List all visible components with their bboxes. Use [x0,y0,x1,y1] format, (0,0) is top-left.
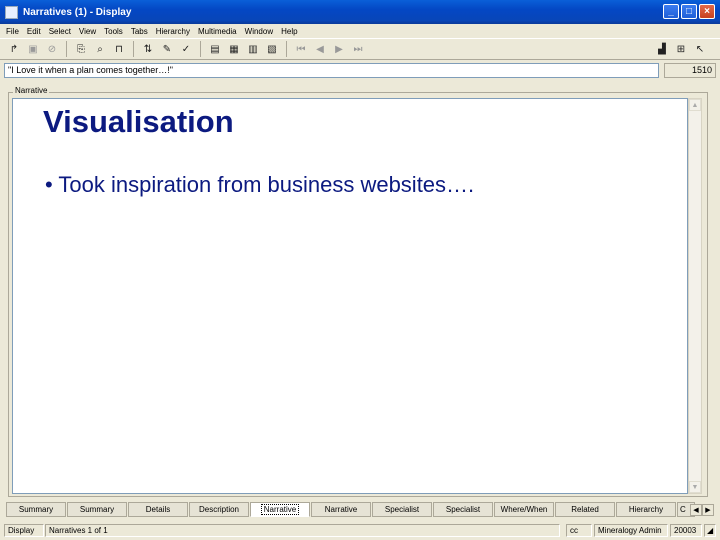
menu-file[interactable]: File [6,27,19,36]
filter-icon[interactable]: ⊓ [111,41,127,57]
tab-specialist-2[interactable]: Specialist [433,502,493,517]
status-flag: cc [566,524,592,537]
record-bar: "I Love it when a plan comes together…!"… [4,62,716,78]
window-title: Narratives (1) - Display [23,6,132,18]
tab-narrative-2[interactable]: Narrative [311,502,371,517]
app-icon[interactable] [5,5,18,19]
first-icon[interactable]: ⏮ [293,41,309,57]
table-icon[interactable]: ▦ [226,41,242,57]
menu-select[interactable]: Select [49,27,71,36]
tab-scroll-left-icon[interactable]: ◀ [690,504,702,516]
tab-related[interactable]: Related [555,502,615,517]
sort-icon[interactable]: ⇅ [140,41,156,57]
status-mode: Display [4,524,44,537]
new-icon[interactable]: ↱ [6,41,22,57]
view-icon[interactable]: ▧ [264,41,280,57]
tab-scroll-right-icon[interactable]: ▶ [702,504,714,516]
tab-summary-2[interactable]: Summary [67,502,127,517]
menu-view[interactable]: View [79,27,96,36]
narrative-group-label: Narrative [13,86,50,95]
menu-edit[interactable]: Edit [27,27,41,36]
edit-icon[interactable]: ✎ [159,41,175,57]
tag-icon[interactable]: ⊞ [673,41,689,57]
slide-bullet: • Took inspiration from business website… [45,172,475,197]
title-bar: Narratives (1) - Display _ □ × [0,0,720,24]
help-pointer-icon[interactable]: ↖ [692,41,708,57]
report-icon[interactable]: ▤ [207,41,223,57]
vertical-scrollbar[interactable]: ▲ ▼ [688,98,702,494]
slide-heading: Visualisation [43,104,234,139]
tab-narrative[interactable]: Narrative [250,502,310,517]
save-icon[interactable]: ▣ [25,41,41,57]
form-icon[interactable]: ▥ [245,41,261,57]
menu-tabs[interactable]: Tabs [131,27,148,36]
close-button[interactable]: × [699,4,715,19]
tab-hierarchy[interactable]: Hierarchy [616,502,676,517]
last-icon[interactable]: ⏭ [350,41,366,57]
menu-bar: File Edit Select View Tools Tabs Hierarc… [0,24,720,38]
status-bar: Display Narratives 1 of 1 cc Mineralogy … [4,522,716,538]
minimize-button[interactable]: _ [663,4,679,19]
menu-help[interactable]: Help [281,27,297,36]
toolbar: ↱ ▣ ⊘ ⎘ ⌕ ⊓ ⇅ ✎ ✓ ▤ ▦ ▥ ▧ ⏮ ◀ ▶ ⏭ [0,38,720,60]
tab-strip: Summary Summary Details Description Narr… [6,502,696,518]
menu-multimedia[interactable]: Multimedia [198,27,237,36]
narrative-content[interactable]: Visualisation • Took inspiration from bu… [12,98,688,494]
tab-details[interactable]: Details [128,502,188,517]
spell-icon[interactable]: ✓ [178,41,194,57]
scroll-up-icon[interactable]: ▲ [689,99,701,111]
status-position: Narratives 1 of 1 [45,524,560,537]
tab-specialist[interactable]: Specialist [372,502,432,517]
cancel-icon[interactable]: ⊘ [44,41,60,57]
menu-window[interactable]: Window [245,27,273,36]
status-id: 20003 [670,524,702,537]
toolbar-right: ▟ ⊞ ↖ [654,41,711,57]
tab-where-when[interactable]: Where/When [494,502,554,517]
next-icon[interactable]: ▶ [331,41,347,57]
record-number: 1510 [664,63,716,78]
tab-scroll-buttons: ◀ ▶ [690,504,714,516]
copy-icon[interactable]: ⎘ [73,41,89,57]
find-icon[interactable]: ⌕ [92,41,108,57]
resize-grip-icon[interactable]: ◢ [704,524,716,537]
menu-tools[interactable]: Tools [104,27,123,36]
tab-description[interactable]: Description [189,502,249,517]
prev-icon[interactable]: ◀ [312,41,328,57]
record-title[interactable]: "I Love it when a plan comes together…!" [4,63,659,78]
tab-summary[interactable]: Summary [6,502,66,517]
maximize-button[interactable]: □ [681,4,697,19]
tab-narrative-label: Narrative [260,504,300,515]
menu-hierarchy[interactable]: Hierarchy [156,27,190,36]
chart-icon[interactable]: ▟ [654,41,670,57]
scroll-down-icon[interactable]: ▼ [689,481,701,493]
status-user: Mineralogy Admin [594,524,668,537]
